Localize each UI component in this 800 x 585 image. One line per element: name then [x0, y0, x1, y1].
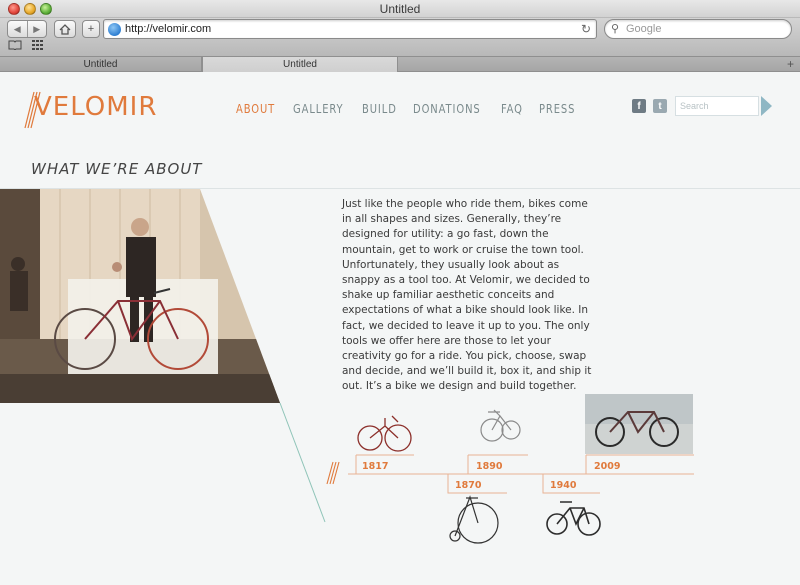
year-1870: 1870 [455, 480, 482, 491]
bike-1940-icon [546, 501, 601, 536]
year-1940: 1940 [550, 480, 577, 491]
bike-2009-photo [585, 394, 693, 454]
tab-untitled-1[interactable]: Untitled [0, 57, 202, 72]
search-icon: ⚲ [611, 23, 620, 35]
add-bookmark-button[interactable]: + [82, 20, 100, 38]
bicycle-timeline [326, 394, 694, 544]
year-2009: 2009 [594, 461, 621, 472]
bike-1870-icon [449, 495, 499, 544]
forward-button[interactable]: ▶ [26, 21, 47, 37]
top-sites-grid-icon[interactable] [32, 40, 44, 53]
url-text: http://velomir.com [125, 23, 212, 35]
reload-icon[interactable]: ↻ [581, 22, 591, 36]
year-1890: 1890 [476, 461, 503, 472]
browser-search-placeholder: Google [626, 23, 662, 35]
year-1817: 1817 [362, 461, 389, 472]
globe-icon [108, 23, 121, 36]
tab-untitled-2[interactable]: Untitled [202, 57, 398, 72]
bookmarks-book-icon[interactable] [8, 40, 22, 53]
address-bar[interactable]: http://velomir.com ↻ [103, 19, 597, 39]
window-title: Untitled [379, 2, 421, 16]
back-button[interactable]: ◀ [8, 21, 27, 37]
browser-search-field[interactable]: ⚲ Google [604, 19, 792, 39]
home-icon [59, 23, 71, 35]
history-nav: ◀ ▶ [7, 20, 47, 38]
home-button[interactable] [54, 20, 76, 38]
window-titlebar: Untitled [0, 0, 800, 18]
bike-1890-icon [480, 409, 521, 442]
tab-bar: Untitled Untitled + [0, 56, 800, 72]
bike-1817-icon [357, 415, 412, 452]
new-tab-button[interactable]: + [787, 57, 794, 71]
web-page: VELOMIR ABOUT GALLERY BUILD DONATIONS FA… [0, 72, 800, 585]
browser-toolbar: ◀ ▶ + http://velomir.com ↻ ⚲ Google [0, 18, 800, 56]
